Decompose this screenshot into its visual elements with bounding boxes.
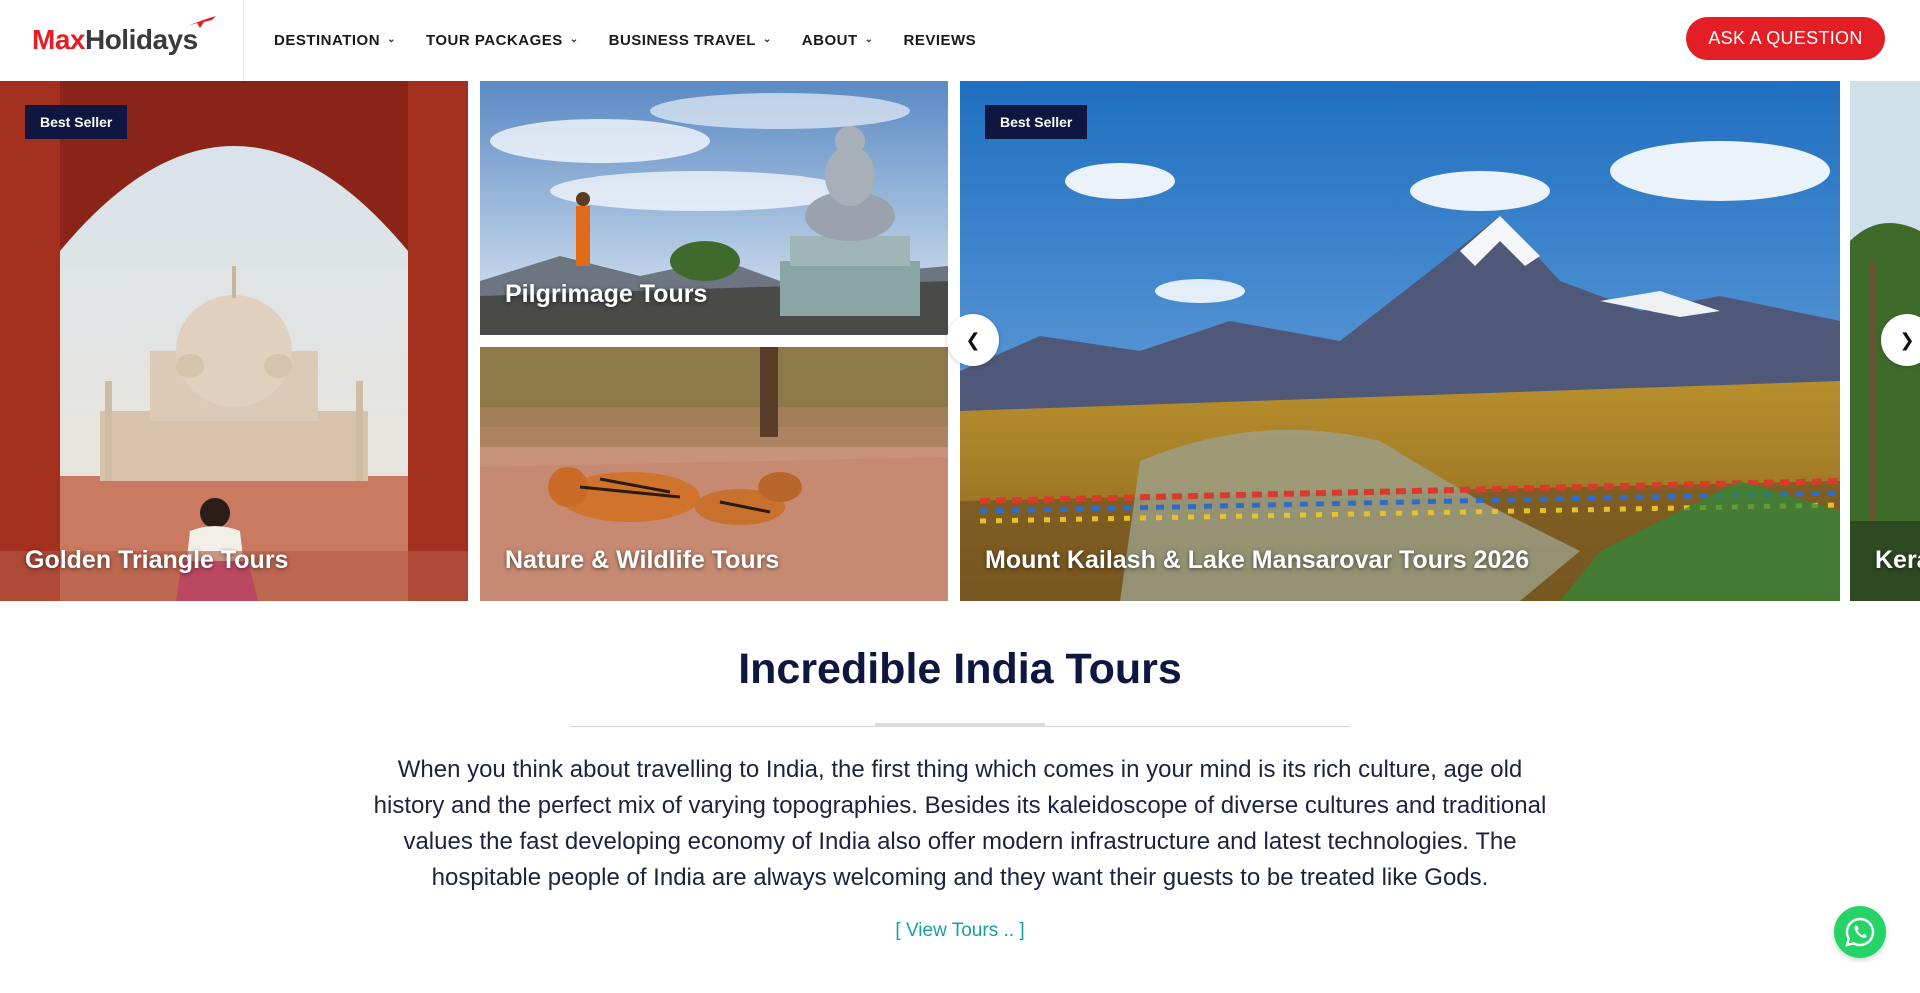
tour-tile-nature-wildlife[interactable]: Nature & Wildlife Tours (480, 347, 948, 601)
tile-title: Golden Triangle Tours (25, 546, 289, 574)
header-divider (243, 0, 244, 81)
nav-item-label: REVIEWS (903, 32, 977, 49)
tile-title: Kera (1875, 546, 1920, 574)
whatsapp-button[interactable] (1834, 906, 1886, 958)
chevron-down-icon: ⌄ (864, 33, 874, 45)
ask-question-button[interactable]: ASK A QUESTION (1686, 17, 1885, 60)
nav-item-label: ABOUT (801, 32, 858, 49)
main-nav: DESTINATION ⌄ TOUR PACKAGES ⌄ BUSINESS T… (274, 0, 976, 81)
intro-paragraph: When you think about travelling to India… (373, 756, 1547, 891)
chevron-down-icon: ⌄ (569, 33, 579, 45)
tile-title: Nature & Wildlife Tours (505, 546, 780, 574)
chevron-down-icon: ⌄ (762, 33, 772, 45)
whatsapp-icon (1845, 917, 1875, 947)
tile-title: Pilgrimage Tours (505, 280, 708, 308)
nav-item-reviews[interactable]: REVIEWS (904, 32, 977, 49)
nav-item-tour-packages[interactable]: TOUR PACKAGES ⌄ (426, 32, 579, 49)
view-tours-link[interactable]: [ View Tours .. ] (0, 920, 1920, 942)
tour-tile-pilgrimage[interactable]: Pilgrimage Tours (480, 81, 948, 335)
section-title: Incredible India Tours (738, 645, 1182, 693)
chevron-down-icon: ⌄ (387, 33, 396, 45)
nav-item-business-travel[interactable]: BUSINESS TRAVEL ⌄ (609, 32, 772, 49)
best-seller-badge: Best Seller (25, 105, 128, 139)
title-divider-accent (875, 723, 1045, 727)
logo-part-holidays: Holidays (84, 24, 198, 55)
carousel-prev-button[interactable]: ❮ (947, 314, 999, 366)
taj-mahal-image (0, 81, 468, 601)
logo-part-max: Max (32, 24, 85, 55)
tile-title: Mount Kailash & Lake Mansarovar Tours 20… (985, 546, 1530, 574)
site-header: MaxHolidays DESTINATION ⌄ TOUR PACKAGES … (0, 0, 1920, 81)
nav-item-label: DESTINATION (274, 32, 381, 49)
nav-item-about[interactable]: ABOUT ⌄ (802, 32, 874, 49)
tour-tile-golden-triangle[interactable]: Best Seller Golden Triangle Tours (0, 81, 468, 601)
site-logo[interactable]: MaxHolidays (32, 14, 222, 62)
tour-tile-mount-kailash[interactable]: Best Seller Mount Kailash & Lake Mansaro… (960, 81, 1840, 601)
logo-text: MaxHolidays (32, 24, 198, 56)
nav-item-label: BUSINESS TRAVEL (608, 32, 756, 49)
nav-item-destination[interactable]: DESTINATION ⌄ (274, 32, 396, 49)
nav-item-label: TOUR PACKAGES (425, 32, 563, 49)
mount-kailash-image (960, 81, 1840, 601)
best-seller-badge: Best Seller (985, 105, 1088, 139)
